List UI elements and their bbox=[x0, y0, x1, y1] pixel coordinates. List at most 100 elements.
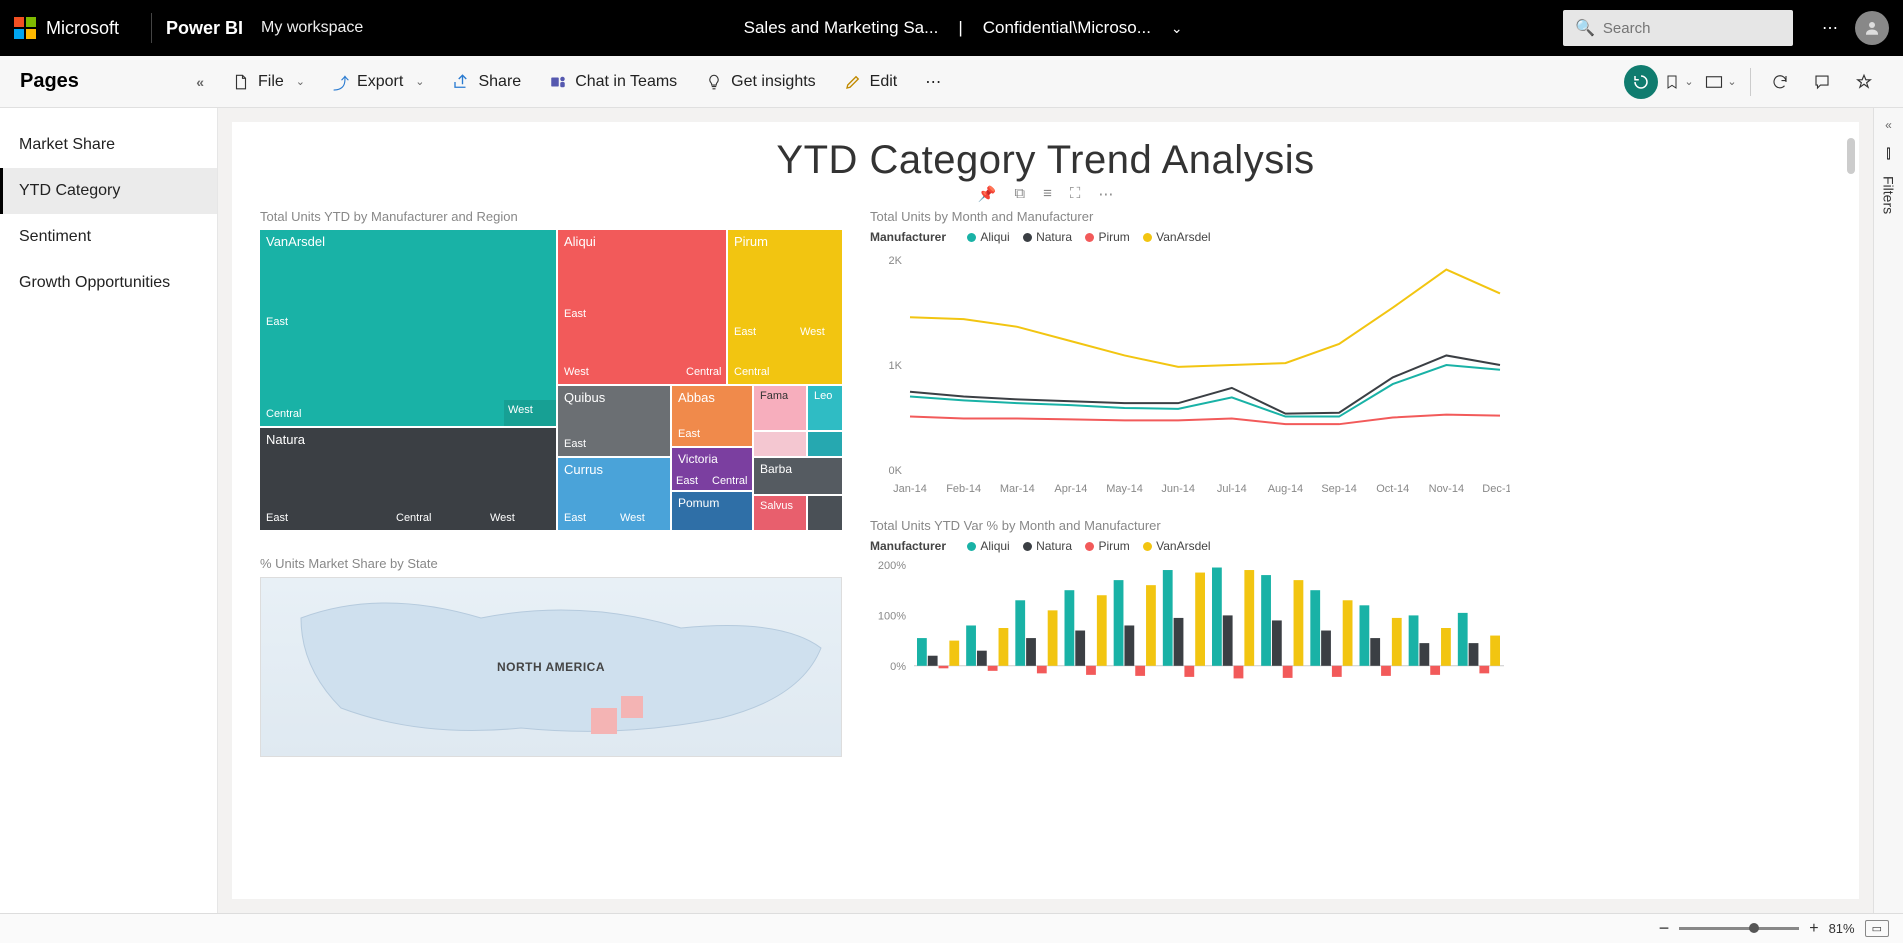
bar-chart-visual[interactable]: 0%100%200% bbox=[870, 559, 1831, 709]
product-name[interactable]: Power BI bbox=[166, 18, 243, 39]
filter-icon[interactable]: ≡ bbox=[1043, 185, 1052, 203]
legend-item[interactable]: Natura bbox=[1036, 539, 1072, 553]
view-button[interactable]: ⌄ bbox=[1704, 65, 1738, 99]
treemap-label: Aliqui bbox=[564, 234, 596, 249]
legend-item[interactable]: Aliqui bbox=[980, 539, 1009, 553]
svg-text:Jun-14: Jun-14 bbox=[1161, 483, 1195, 495]
report-canvas[interactable]: YTD Category Trend Analysis 📌 ⧉ ≡ ⛶ ⋯ To… bbox=[232, 122, 1859, 899]
collapse-pages-icon[interactable]: « bbox=[196, 74, 204, 90]
bookmark-button[interactable]: ⌄ bbox=[1662, 65, 1696, 99]
svg-text:Mar-14: Mar-14 bbox=[1000, 483, 1035, 495]
get-insights-button[interactable]: Get insights bbox=[691, 56, 829, 108]
svg-text:Dec-14: Dec-14 bbox=[1482, 483, 1510, 495]
filters-label: Filters bbox=[1881, 176, 1897, 214]
more-icon[interactable]: ⋯ bbox=[1098, 185, 1113, 203]
expand-filters-icon[interactable]: « bbox=[1885, 118, 1892, 132]
treemap-region: Central bbox=[686, 366, 721, 378]
search-input[interactable] bbox=[1603, 20, 1781, 37]
legend-dot-icon bbox=[1143, 233, 1152, 242]
svg-text:Apr-14: Apr-14 bbox=[1054, 483, 1087, 495]
zoom-slider[interactable] bbox=[1679, 927, 1799, 930]
focus-mode-icon[interactable]: ⛶ bbox=[1070, 185, 1081, 203]
line-chart-visual[interactable]: 0K1K2KJan-14Feb-14Mar-14Apr-14May-14Jun-… bbox=[870, 250, 1831, 500]
file-label: File bbox=[258, 73, 284, 91]
report-toolbar: Pages « File⌄ ⤴ Export⌄ Share Chat in Te… bbox=[0, 56, 1903, 108]
map-continent-label: NORTH AMERICA bbox=[497, 660, 605, 674]
page-growth-opportunities[interactable]: Growth Opportunities bbox=[0, 260, 217, 306]
treemap-region: Central bbox=[734, 366, 769, 378]
refresh-button[interactable] bbox=[1763, 65, 1797, 99]
zoom-out-button[interactable]: − bbox=[1659, 918, 1670, 939]
comment-button[interactable] bbox=[1805, 65, 1839, 99]
reset-button[interactable] bbox=[1624, 65, 1658, 99]
more-actions-button[interactable]: ⋯ bbox=[911, 56, 955, 108]
svg-text:May-14: May-14 bbox=[1106, 483, 1143, 495]
share-button[interactable]: Share bbox=[438, 56, 535, 108]
report-breadcrumb: Sales and Marketing Sa... | Confidential… bbox=[744, 18, 1183, 38]
legend-label: Manufacturer bbox=[870, 539, 946, 553]
status-bar: − + 81% ▭ bbox=[0, 913, 1903, 943]
svg-text:Jan-14: Jan-14 bbox=[893, 483, 927, 495]
reset-icon bbox=[1632, 73, 1650, 91]
legend-item[interactable]: Pirum bbox=[1098, 230, 1129, 244]
zoom-in-button[interactable]: + bbox=[1809, 920, 1818, 938]
svg-text:200%: 200% bbox=[878, 560, 906, 572]
filters-rail[interactable]: « ⫿ Filters bbox=[1873, 108, 1903, 913]
svg-text:2K: 2K bbox=[889, 255, 903, 267]
legend-item[interactable]: Aliqui bbox=[980, 230, 1009, 244]
global-search[interactable]: 🔍 bbox=[1563, 10, 1793, 46]
treemap-cell bbox=[808, 496, 842, 530]
treemap-region: East bbox=[266, 316, 288, 328]
svg-text:0K: 0K bbox=[889, 465, 903, 477]
scrollbar-thumb[interactable] bbox=[1847, 138, 1855, 174]
treemap-label: VanArsdel bbox=[266, 234, 325, 249]
treemap-cell bbox=[808, 432, 842, 456]
edit-button[interactable]: Edit bbox=[830, 56, 912, 108]
teams-icon bbox=[549, 73, 567, 91]
pages-label: Pages bbox=[20, 70, 79, 93]
page-sentiment[interactable]: Sentiment bbox=[0, 214, 217, 260]
treemap-region: West bbox=[490, 512, 515, 524]
report-name[interactable]: Sales and Marketing Sa... bbox=[744, 18, 939, 38]
page-market-share[interactable]: Market Share bbox=[0, 122, 217, 168]
chevron-down-icon: ⌄ bbox=[1684, 75, 1693, 88]
map-visual[interactable]: NORTH AMERICA bbox=[260, 577, 842, 757]
vendor-name: Microsoft bbox=[46, 18, 119, 39]
favorite-button[interactable] bbox=[1847, 65, 1881, 99]
legend-item[interactable]: Pirum bbox=[1098, 539, 1129, 553]
treemap-visual[interactable]: VanArsdel East Central West Natura East … bbox=[260, 230, 842, 530]
treemap-label: Natura bbox=[266, 432, 305, 447]
legend-item[interactable]: VanArsdel bbox=[1156, 230, 1210, 244]
account-avatar[interactable] bbox=[1855, 11, 1889, 45]
zoom-thumb[interactable] bbox=[1749, 923, 1759, 933]
more-icon[interactable]: ⋯ bbox=[1813, 11, 1847, 45]
treemap-label: Currus bbox=[564, 462, 603, 477]
fit-to-page-button[interactable]: ▭ bbox=[1865, 920, 1889, 937]
treemap-label: Quibus bbox=[564, 390, 605, 405]
bar-chart-title: Total Units YTD Var % by Month and Manuf… bbox=[870, 518, 1831, 533]
edit-label: Edit bbox=[870, 73, 898, 91]
treemap-label: Victoria bbox=[678, 452, 718, 466]
sensitivity-label[interactable]: Confidential\Microso... bbox=[983, 18, 1151, 38]
export-icon: ⤴ bbox=[333, 70, 349, 94]
legend-item[interactable]: VanArsdel bbox=[1156, 539, 1210, 553]
share-icon bbox=[452, 73, 470, 91]
bar-chart-svg: 0%100%200% bbox=[870, 559, 1510, 709]
chat-teams-button[interactable]: Chat in Teams bbox=[535, 56, 691, 108]
chevron-down-icon[interactable]: ⌄ bbox=[1171, 20, 1183, 37]
svg-text:100%: 100% bbox=[878, 610, 906, 622]
treemap-cell bbox=[754, 432, 806, 456]
treemap-region: Central bbox=[396, 512, 431, 524]
share-label: Share bbox=[478, 73, 521, 91]
map-title: % Units Market Share by State bbox=[260, 556, 840, 571]
workspace-breadcrumb[interactable]: My workspace bbox=[261, 19, 363, 37]
legend-item[interactable]: Natura bbox=[1036, 230, 1072, 244]
treemap-region: Central bbox=[266, 408, 301, 420]
svg-text:Feb-14: Feb-14 bbox=[946, 483, 981, 495]
file-menu[interactable]: File⌄ bbox=[218, 56, 319, 108]
export-menu[interactable]: ⤴ Export⌄ bbox=[319, 56, 438, 108]
copy-visual-icon[interactable]: ⧉ bbox=[1014, 185, 1025, 203]
treemap-region: East bbox=[564, 512, 586, 524]
pin-icon[interactable]: 📌 bbox=[978, 185, 997, 203]
page-ytd-category[interactable]: YTD Category bbox=[0, 168, 217, 214]
